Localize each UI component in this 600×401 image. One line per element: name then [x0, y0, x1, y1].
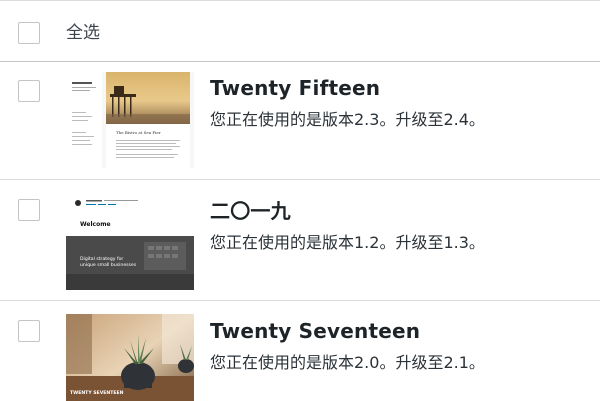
svg-text:unique small businesses: unique small businesses: [80, 262, 137, 268]
theme-checkbox-twenty-seventeen[interactable]: [18, 320, 40, 342]
twenty-nineteen-screenshot: Welcome Digital strategy for unique smal…: [66, 194, 194, 290]
select-all-label[interactable]: 全选: [66, 21, 100, 45]
theme-row-twenty-fifteen: The Bistro at Sea Pier Twenty Fifteen 您正…: [0, 62, 600, 180]
theme-version-status: 您正在使用的是版本2.3。升级至2.4。: [210, 110, 485, 129]
theme-row-twenty-seventeen: TWENTY SEVENTEEN Twenty Seventeen 您正在使用的…: [0, 301, 600, 401]
theme-name: Twenty Seventeen: [210, 319, 421, 343]
thumb-site-title: TWENTY SEVENTEEN: [70, 390, 124, 396]
theme-checkbox-twenty-fifteen[interactable]: [18, 80, 40, 102]
twenty-fifteen-screenshot: The Bistro at Sea Pier: [66, 72, 194, 168]
theme-name: Twenty Fifteen: [210, 76, 381, 100]
theme-update-table: 全选 The Bistro at Sea Pier Twenty Fifteen…: [0, 0, 600, 401]
twenty-seventeen-screenshot: TWENTY SEVENTEEN: [66, 314, 194, 401]
svg-text:Digital strategy for: Digital strategy for: [80, 256, 123, 262]
theme-thumbnail-twenty-seventeen: TWENTY SEVENTEEN: [66, 314, 194, 401]
theme-version-status: 您正在使用的是版本2.0。升级至2.1。: [210, 353, 485, 372]
thumb-post-title: The Bistro at Sea Pier: [116, 130, 161, 135]
theme-version-status: 您正在使用的是版本1.2。升级至1.3。: [210, 233, 485, 252]
theme-name: 二〇一九: [210, 199, 291, 223]
thumb-heading: Welcome: [80, 221, 111, 228]
theme-thumbnail-twenty-fifteen: The Bistro at Sea Pier: [66, 72, 194, 168]
select-all-checkbox[interactable]: [18, 22, 40, 44]
theme-row-twenty-nineteen: Welcome Digital strategy for unique smal…: [0, 180, 600, 301]
theme-thumbnail-twenty-nineteen: Welcome Digital strategy for unique smal…: [66, 194, 194, 290]
select-all-row: 全选: [0, 1, 600, 62]
theme-checkbox-twenty-nineteen[interactable]: [18, 199, 40, 221]
